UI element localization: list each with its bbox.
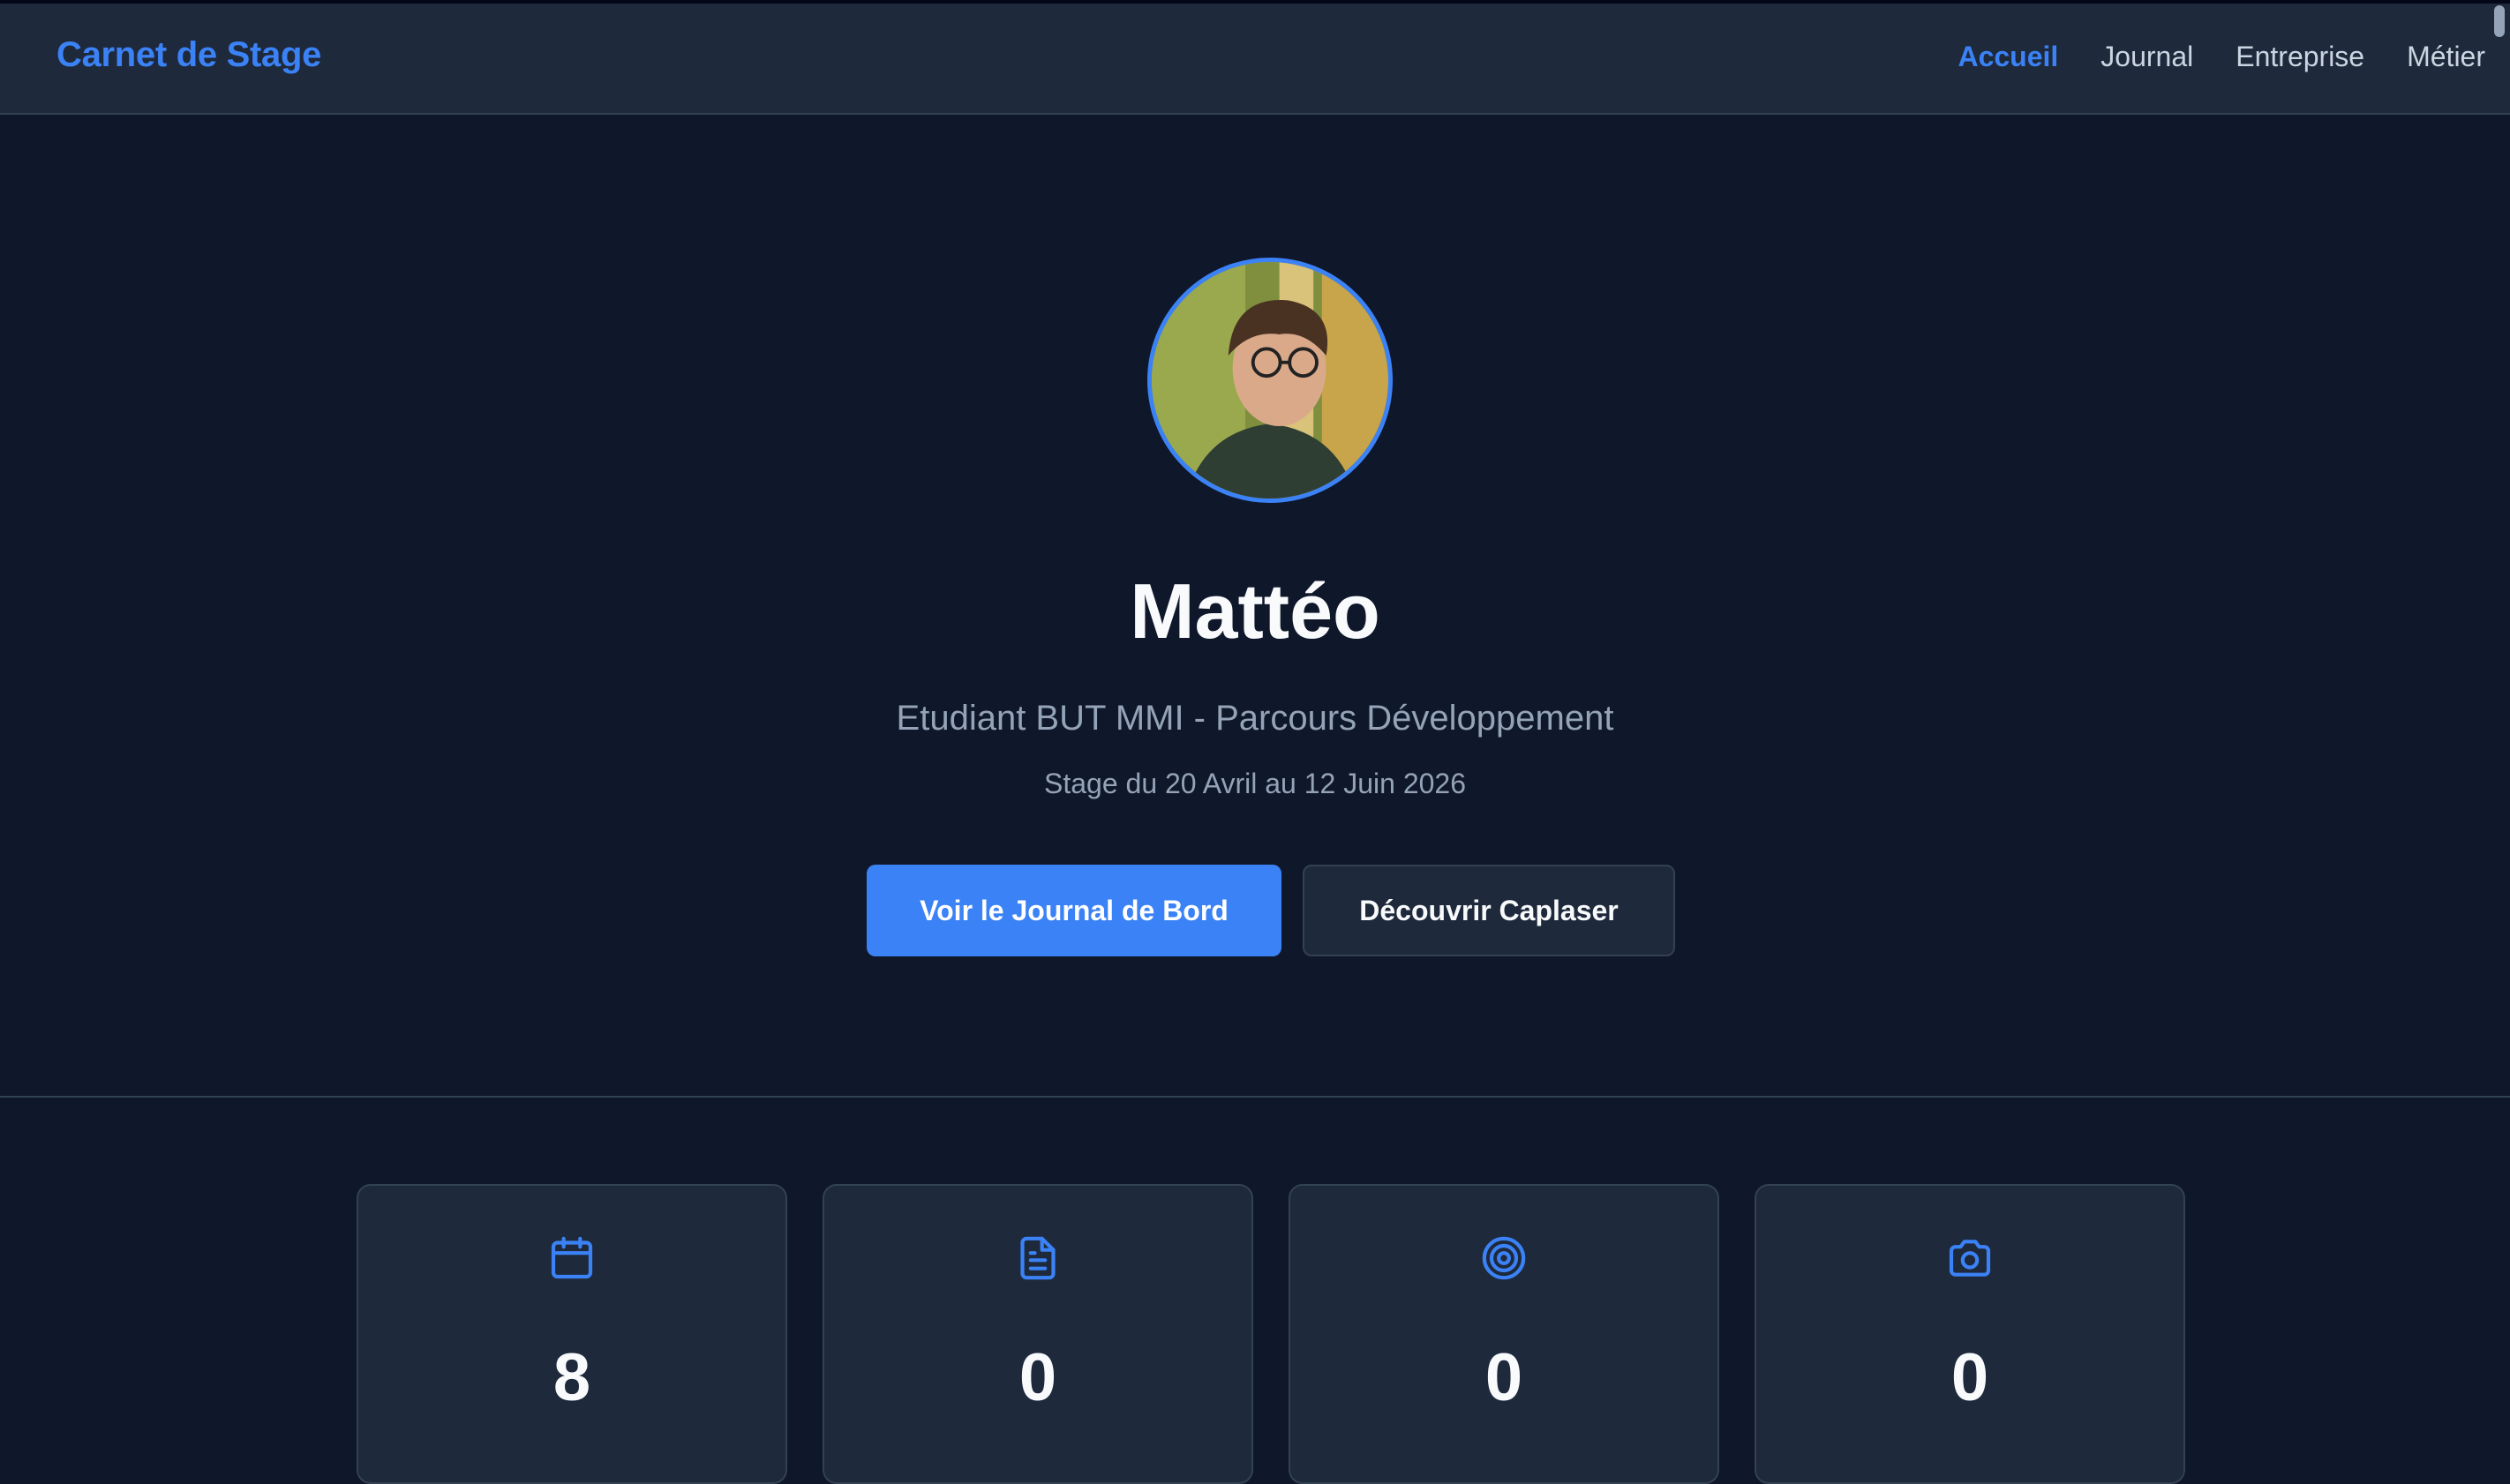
internship-dates: Stage du 20 Avril au 12 Juin 2026 xyxy=(1044,768,1466,799)
calendar-icon xyxy=(551,1236,593,1279)
stat-value: 8 xyxy=(552,1340,591,1415)
profile-name: Mattéo xyxy=(1130,567,1380,655)
scrollbar-thumb[interactable] xyxy=(2494,5,2505,37)
profile-subtitle: Etudiant BUT MMI - Parcours Développemen… xyxy=(896,699,1614,738)
nav-link-entreprise[interactable]: Entreprise xyxy=(2236,41,2364,73)
target-icon xyxy=(1482,1236,1526,1280)
avatar-portrait-image xyxy=(1152,262,1388,498)
nav-link-journal[interactable]: Journal xyxy=(2100,41,2193,73)
camera-icon xyxy=(1949,1240,1991,1277)
nav-link-accueil[interactable]: Accueil xyxy=(1958,41,2058,73)
top-navbar: Carnet de Stage Accueil Journal Entrepri… xyxy=(0,4,2510,115)
document-icon xyxy=(1020,1236,1056,1280)
view-journal-button[interactable]: Voir le Journal de Bord xyxy=(867,865,1281,956)
profile-avatar xyxy=(1147,258,1393,503)
stat-card-entries: 0 xyxy=(823,1184,1253,1484)
stat-value: 0 xyxy=(1484,1340,1523,1415)
hero-section: Mattéo Etudiant BUT MMI - Parcours Dével… xyxy=(0,115,2510,1098)
stat-value: 0 xyxy=(1018,1340,1057,1415)
nav-link-metier[interactable]: Métier xyxy=(2407,41,2485,73)
stat-card-skills: 0 xyxy=(1289,1184,1719,1484)
site-brand[interactable]: Carnet de Stage xyxy=(56,35,321,75)
stat-card-weeks: 8 xyxy=(357,1184,787,1484)
stat-value: 0 xyxy=(1950,1340,1989,1415)
stats-section: 8 0 0 0 xyxy=(0,1098,2510,1484)
discover-company-button[interactable]: Découvrir Caplaser xyxy=(1303,865,1675,956)
stat-card-photos: 0 xyxy=(1755,1184,2185,1484)
nav-links: Accueil Journal Entreprise Métier xyxy=(1958,41,2485,73)
